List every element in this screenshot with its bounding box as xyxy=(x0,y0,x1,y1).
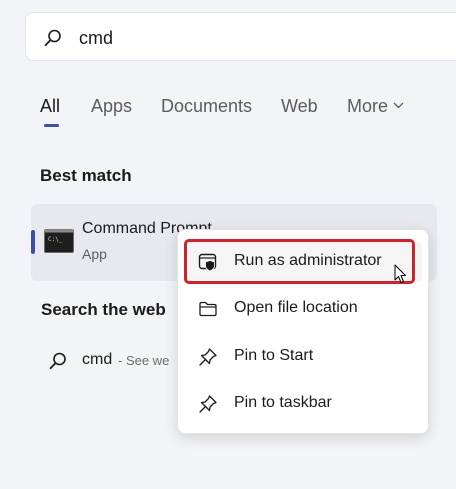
tab-all[interactable]: All xyxy=(40,94,60,118)
context-menu: Run as administrator Open file location … xyxy=(177,229,429,434)
selection-indicator xyxy=(31,230,35,254)
menu-item-pin-to-start[interactable]: Pin to Start xyxy=(184,337,422,377)
shield-window-icon xyxy=(198,253,217,272)
search-icon xyxy=(49,352,66,370)
pin-icon xyxy=(199,348,217,366)
tab-apps[interactable]: Apps xyxy=(91,94,132,118)
tab-documents[interactable]: Documents xyxy=(161,94,252,118)
app-type: App xyxy=(82,246,107,262)
menu-item-label: Pin to taskbar xyxy=(234,394,332,411)
tab-more-label: More xyxy=(347,96,389,116)
pin-icon xyxy=(199,395,217,413)
tab-more[interactable]: More xyxy=(347,94,404,118)
folder-icon xyxy=(199,301,217,317)
tab-web[interactable]: Web xyxy=(281,94,318,118)
chevron-down-icon xyxy=(393,102,404,109)
mouse-cursor-icon xyxy=(394,264,406,283)
search-tabs: All Apps Documents Web More xyxy=(0,94,456,134)
menu-item-label: Open file location xyxy=(234,299,358,316)
search-box[interactable]: cmd xyxy=(25,12,456,61)
web-query: cmd xyxy=(82,351,113,368)
search-input-value[interactable]: cmd xyxy=(79,26,113,50)
search-the-web-heading: Search the web xyxy=(41,300,166,319)
menu-item-pin-to-taskbar[interactable]: Pin to taskbar xyxy=(184,384,422,424)
menu-item-label: Pin to Start xyxy=(234,347,314,364)
svg-text:C:\_: C:\_ xyxy=(48,236,63,243)
web-query-suffix: - See we xyxy=(118,353,170,368)
menu-item-label: Run as administrator xyxy=(234,252,382,269)
menu-item-run-as-administrator[interactable]: Run as administrator xyxy=(184,242,422,282)
active-tab-indicator xyxy=(44,124,59,127)
command-prompt-icon: C:\_ xyxy=(44,229,74,253)
best-match-heading: Best match xyxy=(40,166,132,185)
search-icon xyxy=(44,29,61,47)
menu-item-open-file-location[interactable]: Open file location xyxy=(184,289,422,329)
